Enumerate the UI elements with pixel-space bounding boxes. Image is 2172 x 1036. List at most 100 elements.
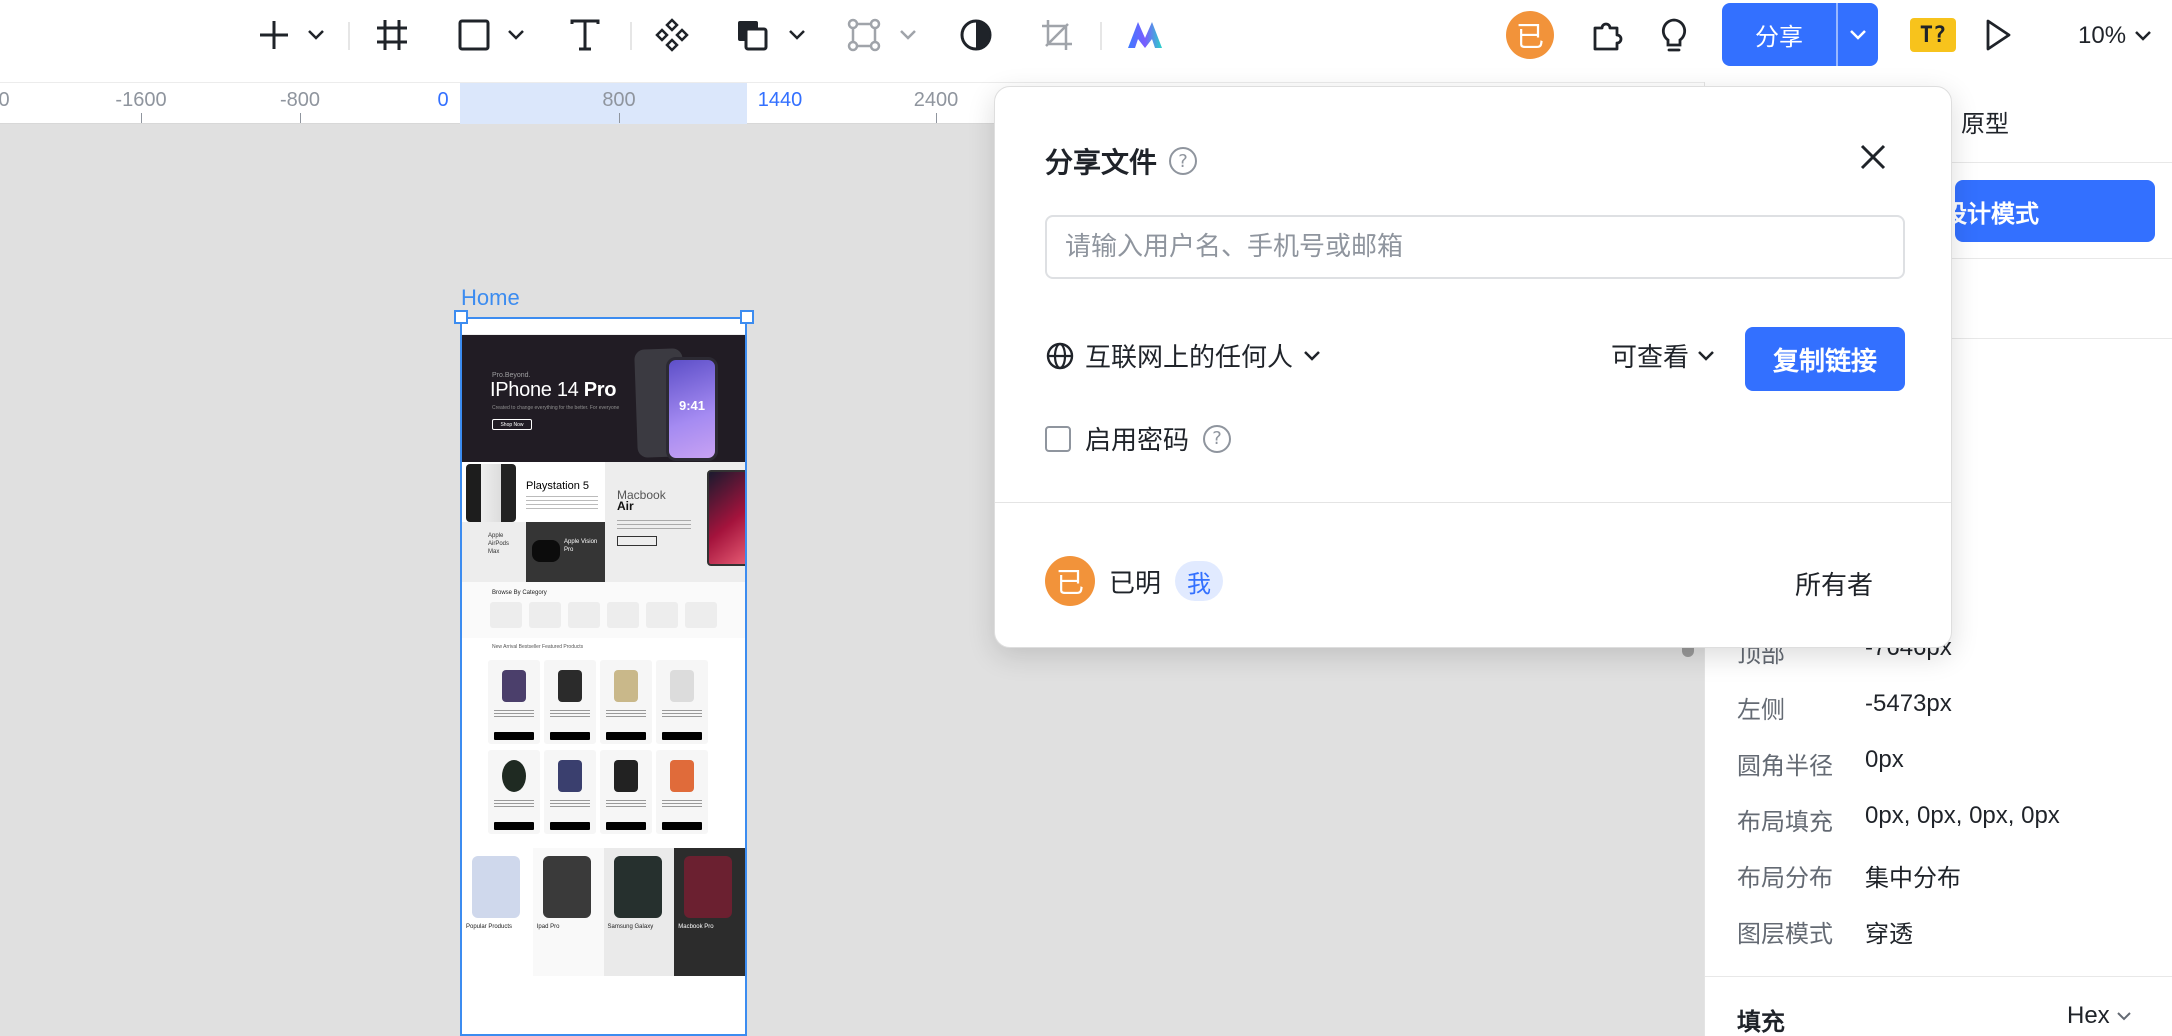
mock-hero-desc: Created to change everything for the bet… [492,405,620,411]
prop-label-blend-mode: 图层模式 [1737,921,1833,948]
mock-feature-card: Samsung Galaxy [603,848,675,976]
prop-value-left[interactable]: -5473px [1865,690,1952,718]
share-dialog-title: 分享文件 ? [1045,141,1198,181]
toolbar-divider [1100,22,1102,50]
mode-toggle-button[interactable]: 设计模式 [1943,180,2155,242]
prop-value-distribution[interactable]: 集中分布 [1865,858,1961,893]
user-avatar[interactable]: 已 [1506,11,1554,59]
mock-product-card [544,660,596,744]
frame-icon [377,20,407,50]
link-scope-value: 互联网上的任何人 [1085,343,1294,373]
add-tool-button[interactable] [252,13,296,57]
mock-product-card [600,750,652,834]
prop-value-radius[interactable]: 0px [1865,746,1904,774]
mock-feature-card: Macbook Pro [674,848,745,976]
home-frame[interactable]: Pro.Beyond. IPhone 14 Pro Created to cha… [460,317,747,1036]
shape-tool-button[interactable] [452,13,496,57]
ruler-label: 0 [0,89,10,111]
mock-category-title: Browse By Category [492,590,547,596]
prop-value-padding[interactable]: 0px, 0px, 0px, 0px [1865,802,2060,830]
help-icon[interactable]: ? [1169,147,1198,175]
ruler-tick [300,113,301,123]
present-button[interactable] [1976,13,2020,57]
prop-value-blend-mode[interactable]: 穿透 [1865,914,1913,949]
ruler-tick [141,113,142,123]
mock-airpods-card: Apple AirPods Max [462,522,526,582]
tips-button[interactable] [1652,13,1696,57]
share-dropdown-button[interactable] [1838,3,1878,66]
zoom-dropdown[interactable]: 10% [2078,14,2152,58]
mock-product-card [488,660,540,744]
chevron-down-icon [1698,350,1714,361]
ruler-label: -800 [279,89,321,111]
mock-macbook-image [707,470,745,566]
ruler-tick [936,113,937,123]
mock-category-section: Browse By Category [462,582,745,638]
crop-tool-button[interactable] [1035,13,1079,57]
add-dropdown-chevron-icon[interactable] [302,13,330,57]
rectangle-icon [458,19,490,51]
ruler-label: 2400 [913,89,959,111]
component-tool-button[interactable] [650,13,694,57]
password-option[interactable]: 启用密码 ? [1045,420,1232,457]
link-scope-dropdown[interactable]: 互联网上的任何人 [1045,337,1321,374]
frame-tool-button[interactable] [370,13,414,57]
mock-macbook-title: Macbook Air [617,488,666,513]
fill-format-dropdown[interactable]: Hex [2067,1002,2132,1030]
font-missing-badge[interactable]: T? [1910,18,1956,52]
ai-assistant-button[interactable] [1122,13,1168,57]
mock-feature-card: Ipad Pro [532,848,604,976]
mask-tool-button[interactable] [954,13,998,57]
prop-label-padding: 布局填充 [1737,809,1833,836]
fill-format-value: Hex [2067,1002,2110,1029]
mock-ps5-card: Playstation 5 [462,462,605,522]
help-icon[interactable]: ? [1203,424,1232,453]
tab-prototype[interactable]: 原型 [1961,104,2009,139]
close-icon [1860,144,1886,170]
vector-tool-button[interactable] [842,13,886,57]
mock-ps5-title: Playstation 5 [526,480,589,492]
mock-product-card [488,750,540,834]
vector-icon [847,18,881,52]
shape-dropdown-chevron-icon[interactable] [502,13,530,57]
mock-product-tabs: New Arrival Bestseller Featured Products [492,644,584,650]
ruler-label: -1600 [115,89,167,111]
text-tool-button[interactable] [563,13,607,57]
mock-macbook-button [617,536,657,546]
crop-icon [1042,20,1072,50]
copy-link-button[interactable]: 复制链接 [1745,327,1905,391]
close-button[interactable] [1853,137,1893,177]
resize-handle-top-right[interactable] [740,310,754,324]
password-checkbox[interactable] [1045,425,1071,452]
chevron-down-icon [1850,29,1866,40]
mock-navbar [462,319,745,335]
avatar: 已 [1045,556,1095,606]
globe-icon [1046,342,1074,369]
puzzle-icon [1593,22,1623,51]
vector-dropdown-chevron-icon[interactable] [894,13,922,57]
resize-handle-top-left[interactable] [454,310,468,324]
chevron-down-icon [2116,1012,2131,1021]
mock-vision-image [532,540,560,562]
text-icon [570,19,600,51]
zoom-value: 10% [2078,22,2127,49]
ruler-label: 0 [437,89,449,111]
share-dialog-title-text: 分享文件 [1045,146,1158,179]
mock-product-card [600,660,652,744]
frame-label[interactable]: Home [461,285,520,311]
prop-label-radius: 圆角半径 [1737,753,1833,780]
invite-input[interactable] [1045,215,1905,279]
plus-icon [260,21,288,49]
boolean-tool-button[interactable] [730,13,774,57]
mock-features-row: Popular Products Ipad Pro Samsung Galaxy… [462,848,745,976]
play-icon [1986,19,2011,51]
collaborator-name: 已明 [1109,568,1162,599]
share-button[interactable]: 分享 [1722,3,1836,66]
mock-ps5-image [466,464,516,522]
mock-product-card [656,750,708,834]
boolean-dropdown-chevron-icon[interactable] [783,13,811,57]
permission-dropdown[interactable]: 可查看 [1611,337,1715,374]
mock-product-cards [488,660,708,834]
chevron-down-icon [1304,350,1320,361]
plugins-button[interactable] [1586,13,1630,57]
